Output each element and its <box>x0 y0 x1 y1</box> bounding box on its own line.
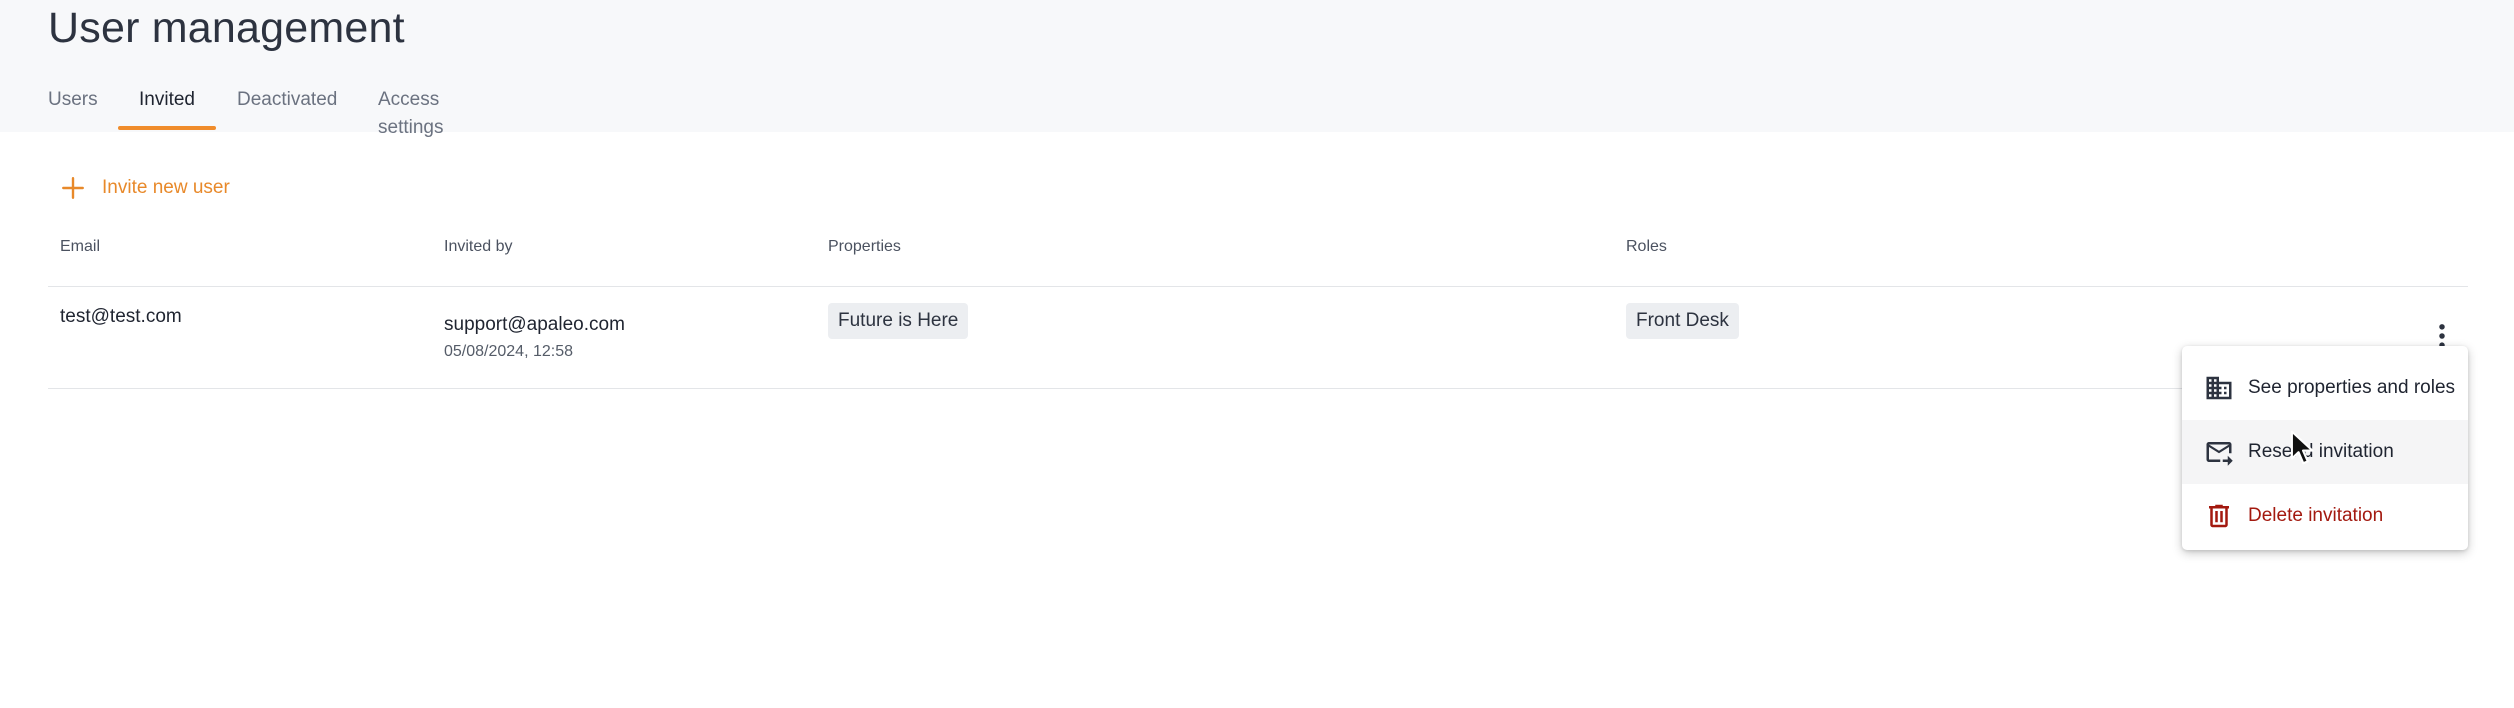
menu-item-see-properties-and-roles[interactable]: See properties and roles <box>2182 356 2468 420</box>
menu-item-delete-invitation[interactable]: Delete invitation <box>2182 484 2468 548</box>
table-header-divider <box>48 286 2468 287</box>
column-header-email: Email <box>60 238 101 255</box>
menu-item-label: Delete invitation <box>2248 505 2384 526</box>
invited-at-timestamp: 05/08/2024, 12:58 <box>444 343 574 360</box>
tab-deactivated[interactable]: Deactivated <box>237 86 337 132</box>
invite-new-user-button[interactable]: Invite new user <box>60 172 230 204</box>
menu-item-resend-invitation[interactable]: Resend invitation <box>2182 420 2468 484</box>
page-title: User management <box>48 4 405 52</box>
active-tab-indicator <box>118 126 216 130</box>
building-icon <box>2206 376 2232 400</box>
column-header-roles: Roles <box>1626 238 1667 255</box>
invited-by-email: support@apaleo.com <box>444 314 625 335</box>
tab-access-settings[interactable]: Access settings <box>378 86 443 138</box>
invitee-email: test@test.com <box>60 306 182 327</box>
trash-icon <box>2209 504 2229 528</box>
menu-item-label: Resend invitation <box>2248 441 2394 462</box>
row-actions-menu: See properties and roles Resend invitati… <box>2182 346 2468 550</box>
page-header: User management Users Invited Deactivate… <box>0 0 2514 138</box>
column-header-invited-by: Invited by <box>444 238 513 255</box>
plus-icon <box>62 177 84 199</box>
property-chip: Future is Here <box>828 303 969 339</box>
tab-users[interactable]: Users <box>48 86 98 132</box>
table-row-divider <box>48 388 2468 389</box>
role-chip: Front Desk <box>1626 303 1739 339</box>
column-header-properties: Properties <box>828 238 901 255</box>
invite-new-user-label: Invite new user <box>102 177 230 198</box>
mail-forward-icon <box>2206 442 2233 466</box>
menu-item-label: See properties and roles <box>2248 377 2456 398</box>
